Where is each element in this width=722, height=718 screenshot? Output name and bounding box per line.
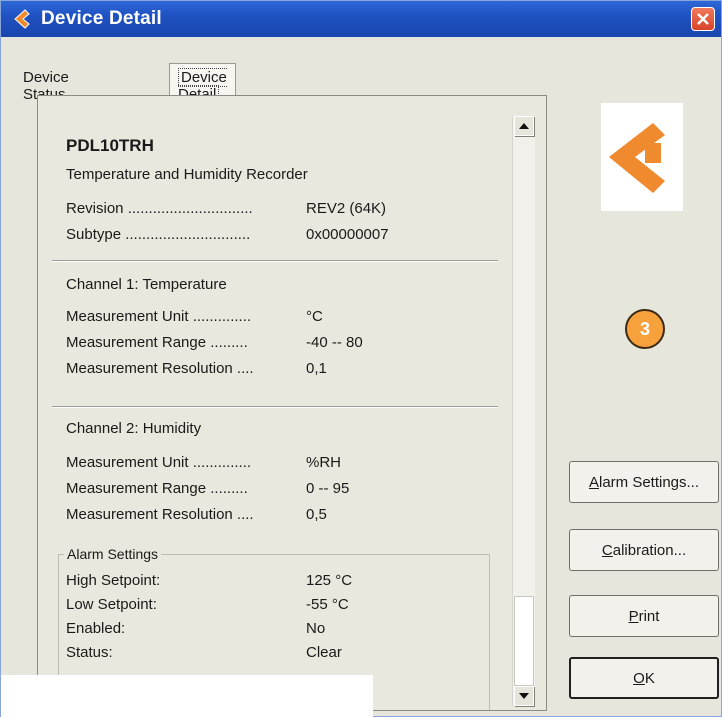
channel2-unit-row: Measurement Unit .............. %RH: [66, 454, 506, 471]
calibration-button[interactable]: Calibration...: [569, 529, 719, 571]
enabled-row: Enabled: No: [66, 620, 506, 637]
enabled-value: No: [306, 620, 326, 637]
channel2-range-row: Measurement Range ......... 0 -- 95: [66, 480, 506, 497]
channel1-resolution-label: Measurement Resolution ....: [66, 360, 254, 377]
channel2-title: Channel 2: Humidity: [66, 420, 202, 437]
channel2-resolution-row: Measurement Resolution .... 0,5: [66, 506, 506, 523]
channel1-range-row: Measurement Range ......... -40 -- 80: [66, 334, 506, 351]
cropped-overlay: [1, 675, 373, 718]
divider: [52, 406, 498, 408]
calibration-label: alibration...: [612, 541, 687, 559]
calibration-mnemonic: C: [601, 541, 613, 559]
print-label: rint: [638, 607, 660, 625]
revision-label: Revision ..............................: [66, 200, 253, 217]
channel2-resolution-label: Measurement Resolution ....: [66, 506, 254, 523]
channel2-unit-label: Measurement Unit ..............: [66, 454, 252, 471]
status-value: Clear: [306, 644, 342, 661]
arrow-logo-icon: [14, 9, 30, 29]
low-setpoint-label: Low Setpoint:: [66, 596, 157, 613]
print-mnemonic: P: [628, 607, 639, 625]
ok-mnemonic: O: [633, 669, 645, 687]
close-button[interactable]: [691, 7, 715, 31]
scroll-thumb[interactable]: [514, 596, 534, 686]
scroll-down-button[interactable]: [514, 686, 534, 706]
title-bar[interactable]: Device Detail: [1, 1, 721, 37]
channel1-resolution-value: 0,1: [306, 360, 327, 377]
device-detail-panel: PDL10TRH Temperature and Humidity Record…: [37, 95, 547, 711]
low-setpoint-value: -55 °C: [306, 596, 349, 613]
subtype-row: Subtype .............................. 0…: [66, 226, 506, 243]
channel2-range-value: 0 -- 95: [306, 480, 350, 497]
high-setpoint-label: High Setpoint:: [66, 572, 161, 589]
arrow-logo-icon: [601, 103, 683, 211]
ok-button[interactable]: OK: [569, 657, 719, 699]
step-number-badge: 3: [625, 309, 665, 349]
channel2-resolution-value: 0,5: [306, 506, 327, 523]
alarm-settings-mnemonic: A: [588, 473, 599, 491]
device-detail-window: Device Detail Device Status Device Detai…: [0, 0, 722, 718]
low-setpoint-row: Low Setpoint: -55 °C: [66, 596, 506, 613]
alarm-settings-label: larm Settings...: [598, 473, 700, 491]
channel1-range-label: Measurement Range .........: [66, 334, 248, 351]
channel2-range-label: Measurement Range .........: [66, 480, 248, 497]
window-title: Device Detail: [41, 8, 162, 29]
scroll-up-button[interactable]: [514, 116, 534, 136]
channel1-unit-label: Measurement Unit ..............: [66, 308, 252, 325]
channel1-range-value: -40 -- 80: [306, 334, 363, 351]
revision-value: REV2 (64K): [306, 200, 387, 217]
print-button[interactable]: Print: [569, 595, 719, 637]
subtype-label: Subtype ..............................: [66, 226, 251, 243]
channel1-title: Channel 1: Temperature: [66, 276, 227, 293]
channel1-resolution-row: Measurement Resolution .... 0,1: [66, 360, 506, 377]
arrow-up-icon: [519, 123, 529, 129]
alarm-settings-button[interactable]: Alarm Settings...: [569, 461, 719, 503]
alarm-settings-title: Alarm Settings: [64, 546, 162, 562]
channel1-unit-row: Measurement Unit .............. °C: [66, 308, 506, 325]
high-setpoint-row: High Setpoint: 125 °C: [66, 572, 506, 589]
divider: [52, 260, 498, 262]
ok-label: K: [644, 669, 655, 687]
arrow-down-icon: [519, 693, 529, 699]
device-description: Temperature and Humidity Recorder: [66, 166, 308, 183]
enabled-label: Enabled:: [66, 620, 126, 637]
subtype-value: 0x00000007: [306, 226, 389, 243]
close-icon: [697, 13, 709, 25]
status-label: Status:: [66, 644, 113, 661]
channel1-unit-value: °C: [306, 308, 323, 325]
channel2-unit-value: %RH: [306, 454, 342, 471]
revision-row: Revision .............................. …: [66, 200, 506, 217]
high-setpoint-value: 125 °C: [306, 572, 353, 589]
tab-device-detail[interactable]: Device Detail: [169, 63, 236, 104]
status-row: Status: Clear: [66, 644, 506, 661]
vertical-scrollbar[interactable]: [512, 116, 535, 706]
device-name: PDL10TRH: [66, 136, 154, 155]
